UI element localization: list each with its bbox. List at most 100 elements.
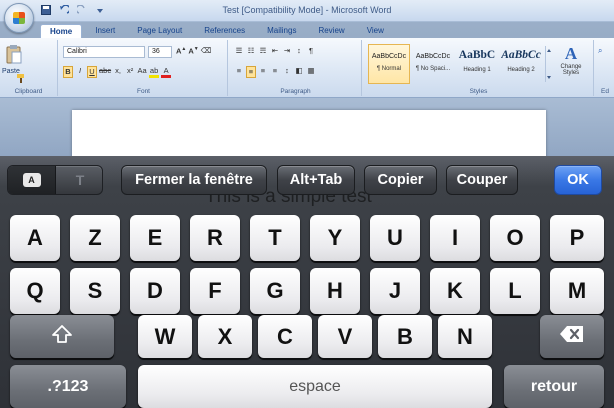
- space-key[interactable]: espace: [138, 365, 492, 408]
- key-t[interactable]: T: [250, 215, 300, 261]
- title-bar: Test [Compatibility Mode] - Microsoft Wo…: [0, 0, 614, 22]
- numbering-icon[interactable]: ☷: [246, 46, 256, 58]
- align-left-icon[interactable]: ≡: [234, 66, 244, 78]
- key-o[interactable]: O: [490, 215, 540, 261]
- decrease-indent-icon[interactable]: ⇤: [270, 46, 280, 58]
- window-title: Test [Compatibility Mode] - Microsoft Wo…: [222, 5, 392, 15]
- styles-scroll-icon[interactable]: [545, 46, 551, 82]
- font-group: Calibri 36 A▲ A▼ ⌫ B I U abc x, x² Aa ab…: [60, 40, 228, 96]
- paragraph-row-1: ☰ ☷ ☴ ⇤ ⇥ ↕ ¶: [234, 46, 316, 58]
- style-heading-1[interactable]: AaBbC Heading 1: [456, 44, 498, 84]
- key-f[interactable]: F: [190, 268, 240, 314]
- increase-indent-icon[interactable]: ⇥: [282, 46, 292, 58]
- key-b[interactable]: B: [378, 315, 432, 358]
- editing-group-label: Ed: [601, 88, 609, 95]
- clear-format-icon[interactable]: ⌫: [201, 46, 212, 58]
- key-j[interactable]: J: [370, 268, 420, 314]
- show-marks-icon[interactable]: ¶: [306, 46, 316, 58]
- key-u[interactable]: U: [370, 215, 420, 261]
- paste-icon[interactable]: [6, 44, 22, 69]
- superscript-icon[interactable]: x²: [125, 66, 135, 78]
- highlight-icon[interactable]: ab: [149, 66, 160, 78]
- multilevel-list-icon[interactable]: ☴: [258, 46, 268, 58]
- ok-button[interactable]: OK: [554, 165, 602, 195]
- key-z[interactable]: Z: [70, 215, 120, 261]
- style-sample: AaBbC: [458, 49, 496, 61]
- keyboard-mode-toggle: A T: [7, 165, 103, 195]
- key-k[interactable]: K: [430, 268, 480, 314]
- style-name: Heading 1: [463, 67, 491, 73]
- key-n[interactable]: N: [438, 315, 492, 358]
- style-no-spacing[interactable]: AaBbCcDc ¶ No Spaci...: [412, 44, 454, 84]
- find-icon[interactable]: ⌕: [598, 46, 602, 56]
- shift-icon: [51, 324, 73, 349]
- key-r[interactable]: R: [190, 215, 240, 261]
- format-painter-icon[interactable]: [16, 70, 26, 88]
- key-g[interactable]: G: [250, 268, 300, 314]
- tab-insert[interactable]: Insert: [86, 24, 124, 38]
- italic-icon[interactable]: I: [75, 66, 85, 78]
- return-key[interactable]: retour: [504, 365, 604, 408]
- cut-button[interactable]: Couper: [446, 165, 518, 195]
- grow-font-icon[interactable]: A▲: [176, 46, 186, 58]
- bullets-icon[interactable]: ☰: [234, 46, 244, 58]
- style-heading-2[interactable]: AaBbCc Heading 2: [500, 44, 542, 84]
- key-a[interactable]: A: [10, 215, 60, 261]
- tab-page-layout[interactable]: Page Layout: [128, 24, 191, 38]
- underline-icon[interactable]: U: [87, 66, 97, 78]
- strikethrough-icon[interactable]: abc: [99, 66, 111, 78]
- font-size-buttons: A▲ A▼ ⌫: [176, 46, 211, 58]
- tab-view[interactable]: View: [358, 24, 393, 38]
- font-name-field[interactable]: Calibri: [63, 46, 145, 58]
- font-size-field[interactable]: 36: [148, 46, 172, 58]
- close-window-button[interactable]: Fermer la fenêtre: [121, 165, 267, 195]
- shift-key[interactable]: [10, 315, 114, 358]
- key-y[interactable]: Y: [310, 215, 360, 261]
- editing-group: ⌕ Ed: [596, 40, 614, 96]
- change-case-icon[interactable]: Aa: [137, 66, 147, 78]
- keyboard-mode-button[interactable]: A: [8, 166, 56, 194]
- key-p[interactable]: P: [550, 215, 604, 261]
- numbers-key[interactable]: .?123: [10, 365, 126, 408]
- key-m[interactable]: M: [550, 268, 604, 314]
- key-c[interactable]: C: [258, 315, 312, 358]
- change-styles-label: Change Styles: [560, 64, 582, 76]
- shrink-font-icon[interactable]: A▼: [188, 46, 198, 58]
- copy-button[interactable]: Copier: [364, 165, 437, 195]
- tab-review[interactable]: Review: [309, 24, 353, 38]
- key-w[interactable]: W: [138, 315, 192, 358]
- key-s[interactable]: S: [70, 268, 120, 314]
- key-v[interactable]: V: [318, 315, 372, 358]
- virtual-keyboard: This is a simple test A T Fermer la fenê…: [0, 156, 614, 408]
- line-spacing-icon[interactable]: ↕: [282, 66, 292, 78]
- shading-icon[interactable]: ◧: [294, 66, 304, 78]
- style-name: ¶ Normal: [376, 66, 402, 72]
- alt-tab-button[interactable]: Alt+Tab: [277, 165, 355, 195]
- change-styles-button[interactable]: A Change Styles: [553, 44, 589, 86]
- style-normal[interactable]: AaBbCcDc ¶ Normal: [368, 44, 410, 84]
- key-d[interactable]: D: [130, 268, 180, 314]
- align-center-icon[interactable]: ≡: [246, 66, 256, 78]
- subscript-icon[interactable]: x,: [113, 66, 123, 78]
- align-right-icon[interactable]: ≡: [258, 66, 268, 78]
- key-h[interactable]: H: [310, 268, 360, 314]
- paragraph-group-label: Paragraph: [280, 88, 311, 95]
- bold-icon[interactable]: B: [63, 66, 73, 78]
- key-i[interactable]: I: [430, 215, 480, 261]
- borders-icon[interactable]: ▦: [306, 66, 316, 78]
- backspace-key[interactable]: [540, 315, 604, 358]
- font-format-buttons: B I U abc x, x² Aa ab A: [63, 66, 172, 78]
- tab-home[interactable]: Home: [40, 24, 83, 38]
- keyboard-icon: A: [22, 173, 41, 187]
- key-e[interactable]: E: [130, 215, 180, 261]
- key-x[interactable]: X: [198, 315, 252, 358]
- tab-references[interactable]: References: [195, 24, 254, 38]
- font-color-icon[interactable]: A: [161, 66, 172, 78]
- text-mode-button[interactable]: T: [56, 166, 102, 194]
- key-l[interactable]: L: [490, 268, 540, 314]
- justify-icon[interactable]: ≡: [270, 66, 280, 78]
- sort-icon[interactable]: ↕: [294, 46, 304, 58]
- key-q[interactable]: Q: [10, 268, 60, 314]
- office-button[interactable]: [4, 3, 34, 33]
- tab-mailings[interactable]: Mailings: [258, 24, 305, 38]
